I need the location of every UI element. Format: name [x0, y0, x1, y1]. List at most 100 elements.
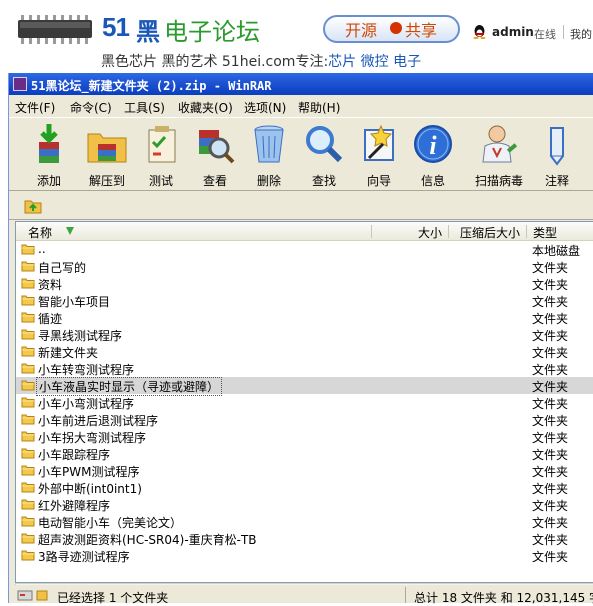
table-row[interactable]: 红外避障程序 文件夹	[16, 496, 593, 513]
find-icon	[306, 126, 343, 163]
folder-icon	[21, 499, 35, 510]
tag-link-mcu[interactable]: 微控	[361, 54, 389, 70]
menu-help[interactable]: 帮助(H)	[298, 99, 340, 116]
table-row[interactable]: 小车跟踪程序 文件夹	[16, 445, 593, 462]
view-button[interactable]: 查看	[189, 122, 241, 188]
up-folder-icon[interactable]	[23, 195, 43, 215]
status-total: 总计 18 文件夹 和 12,031,145 字节	[414, 591, 593, 605]
forum-banner: 51 黑 电子论坛 开源 共享 admin 在线 我的 黑色芯片 黑的艺术 51…	[0, 0, 593, 72]
test-label: 测试	[148, 174, 173, 188]
column-size[interactable]: 大小	[418, 224, 442, 241]
table-row[interactable]: 超声波测距资料(HC-SR04)-重庆育松-TB 文件夹	[16, 530, 593, 547]
comment-icon	[550, 127, 564, 166]
extract-to-icon	[87, 133, 127, 163]
view-label: 查看	[202, 174, 227, 188]
row-type: 文件夹	[532, 533, 569, 547]
status-bar: 已经选择 1 个文件夹 总计 18 文件夹 和 12,031,145 字节	[9, 585, 593, 605]
window-title: 51黑论坛_新建文件夹 (2).zip - WinRAR	[31, 79, 272, 93]
my-link[interactable]: 我的	[570, 26, 592, 42]
logo-hei: 黑	[136, 18, 160, 46]
table-row[interactable]: 小车拐大弯测试程序 文件夹	[16, 428, 593, 445]
row-type: 文件夹	[532, 363, 569, 377]
winrar-app-icon[interactable]	[13, 77, 27, 91]
table-row[interactable]: 寻黑线测试程序 文件夹	[16, 326, 593, 343]
row-name: 小车小弯测试程序	[38, 397, 135, 411]
username-link[interactable]: admin	[492, 25, 534, 39]
menu-options[interactable]: 选项(N)	[244, 99, 286, 116]
file-list: 名称 大小 压缩后大小 类型 .. 本地磁盘 自己写的 文件夹 资料 文件夹 智能小车项目文…	[15, 221, 593, 583]
row-type: 文件夹	[532, 516, 569, 530]
file-list-header: 名称 大小 压缩后大小 类型	[16, 222, 593, 241]
add-label: 添加	[36, 174, 61, 188]
row-type: 文件夹	[532, 448, 569, 462]
table-row[interactable]: 小车PWM测试程序 文件夹	[16, 462, 593, 479]
table-row[interactable]: .. 本地磁盘	[16, 241, 593, 258]
winrar-window: 51黑论坛_新建文件夹 (2).zip - WinRAR 文件(F) 命令(C)…	[8, 73, 593, 605]
row-type: 文件夹	[532, 295, 569, 309]
column-type[interactable]: 类型	[533, 224, 557, 241]
folder-icon	[21, 397, 35, 408]
folder-icon	[21, 431, 35, 442]
row-name: 3路寻迹测试程序	[38, 550, 130, 564]
tag-link-chip[interactable]: 芯片	[328, 54, 356, 70]
comment-button[interactable]: 注释	[531, 122, 583, 188]
qq-penguin-icon	[473, 25, 486, 39]
folder-icon	[21, 261, 35, 272]
row-name: 小车跟踪程序	[38, 448, 111, 462]
row-name: 小车拐大弯测试程序	[38, 431, 147, 445]
table-row[interactable]: 循迹 文件夹	[16, 309, 593, 326]
find-button[interactable]: 查找	[298, 122, 350, 188]
table-row[interactable]: 新建文件夹 文件夹	[16, 343, 593, 360]
menu-file[interactable]: 文件(F)	[15, 99, 55, 116]
menu-commands[interactable]: 命令(C)	[70, 99, 112, 116]
test-button[interactable]: 测试	[135, 122, 187, 188]
column-packed[interactable]: 压缩后大小	[460, 224, 520, 241]
status-drive-icon	[17, 590, 48, 601]
table-row[interactable]: 电动智能小车（完美论文） 文件夹	[16, 513, 593, 530]
folder-icon	[21, 550, 35, 561]
row-type: 文件夹	[532, 261, 569, 275]
table-row[interactable]: 小车液晶实时显示（寻迹或避障） 文件夹	[16, 377, 593, 396]
table-row[interactable]: 小车小弯测试程序 文件夹	[16, 394, 593, 411]
menu-favorites[interactable]: 收藏夹(O)	[178, 99, 233, 116]
folder-icon	[21, 448, 35, 459]
column-name[interactable]: 名称	[28, 224, 52, 241]
status-selection: 已经选择 1 个文件夹	[57, 591, 169, 605]
add-button[interactable]: 添加	[23, 122, 75, 188]
tag-link-electronics[interactable]: 电子	[393, 54, 421, 70]
find-label: 查找	[311, 174, 336, 188]
row-type: 文件夹	[532, 414, 569, 428]
info-button[interactable]: i 信息	[407, 122, 459, 188]
menu-tools[interactable]: 工具(S)	[124, 99, 165, 116]
row-type: 文件夹	[532, 550, 569, 564]
slogan-dot-icon	[390, 22, 402, 34]
title-bar[interactable]: 51黑论坛_新建文件夹 (2).zip - WinRAR	[9, 73, 593, 95]
table-row[interactable]: 智能小车项目 文件夹	[16, 292, 593, 309]
delete-button[interactable]: 删除	[243, 122, 295, 188]
online-status: 在线	[534, 28, 556, 41]
folder-icon	[21, 278, 35, 289]
table-row[interactable]: 资料 文件夹	[16, 275, 593, 292]
wizard-icon	[364, 124, 394, 161]
table-row[interactable]: 小车转弯测试程序 文件夹	[16, 360, 593, 377]
table-row[interactable]: 外部中断(int0int1) 文件夹	[16, 479, 593, 496]
virus-scan-button[interactable]: 扫描病毒	[473, 122, 525, 188]
folder-icon	[21, 414, 35, 425]
slogan-right: 共享	[405, 21, 438, 40]
row-name: 超声波测距资料(HC-SR04)-重庆育松-TB	[38, 533, 257, 547]
row-name: 循迹	[38, 312, 63, 326]
table-row[interactable]: 自己写的 文件夹	[16, 258, 593, 275]
table-row[interactable]: 3路寻迹测试程序 文件夹	[16, 547, 593, 564]
row-type: 文件夹	[532, 499, 569, 513]
header-divider	[448, 225, 449, 238]
header-divider	[526, 225, 527, 238]
row-name: 寻黑线测试程序	[38, 329, 123, 343]
view-icon	[199, 130, 235, 164]
table-row[interactable]: 小车前进后退测试程序 文件夹	[16, 411, 593, 428]
delete-icon	[254, 125, 284, 163]
extract-to-button[interactable]: 解压到	[81, 122, 133, 188]
folder-icon	[21, 312, 35, 323]
row-name: 电动智能小车（完美论文）	[38, 516, 183, 530]
wizard-button[interactable]: 向导	[353, 122, 405, 188]
divider	[563, 25, 564, 39]
